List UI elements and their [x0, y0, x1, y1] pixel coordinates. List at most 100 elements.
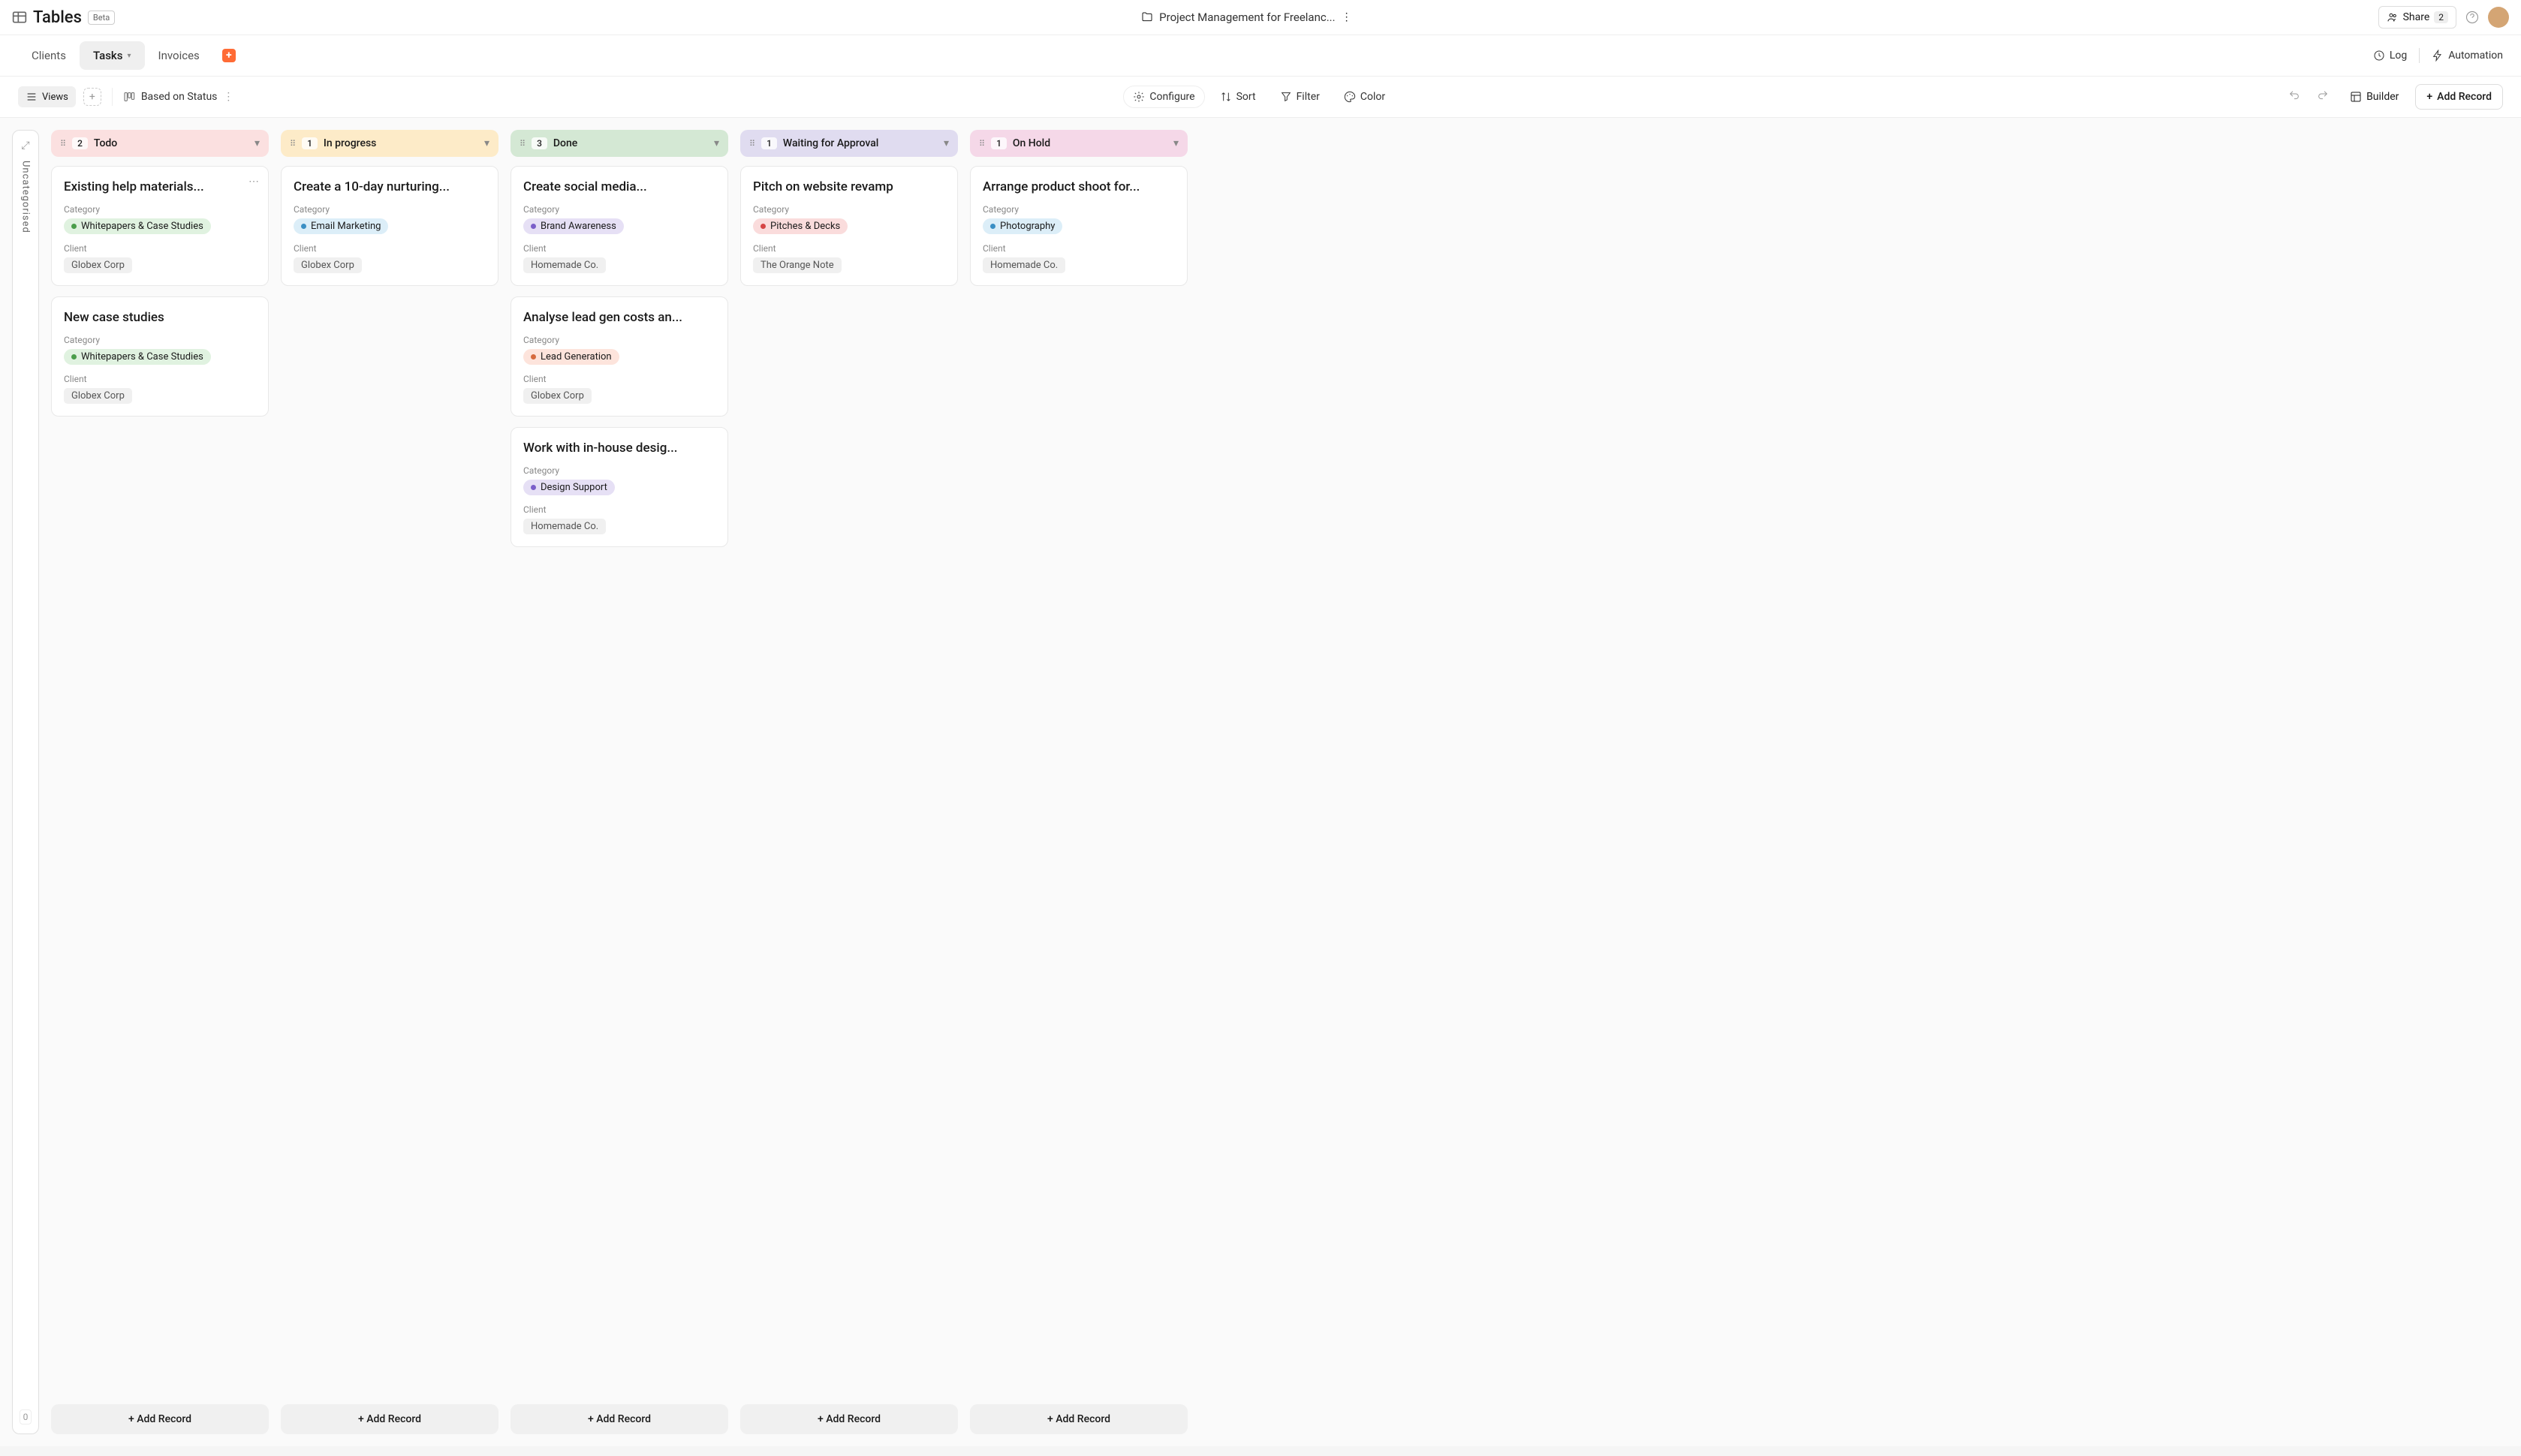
filter-button[interactable]: Filter — [1271, 86, 1329, 108]
views-button[interactable]: Views — [18, 86, 76, 107]
card-title: Work with in-house desig... — [523, 440, 715, 456]
client-pill: The Orange Note — [753, 257, 842, 273]
column-count: 1 — [761, 137, 777, 149]
category-value: Design Support — [541, 482, 607, 493]
column-title: Waiting for Approval — [783, 137, 938, 149]
view-selector[interactable]: Based on Status ⋮ — [123, 91, 234, 103]
based-on-label: Based on Status — [141, 91, 218, 103]
help-icon[interactable] — [2465, 11, 2479, 24]
clock-icon — [2373, 50, 2385, 62]
add-record-col-label: Add Record — [137, 1413, 191, 1425]
app-header: Tables Beta Project Management for Freel… — [0, 0, 2521, 35]
tab-clients[interactable]: Clients — [18, 41, 80, 70]
redo-button[interactable] — [2312, 85, 2333, 109]
chevron-down-icon: ▾ — [127, 52, 131, 60]
task-card[interactable]: Analyse lead gen costs an...CategoryLead… — [511, 296, 728, 417]
add-record-column-button[interactable]: + Add Record — [51, 1404, 269, 1434]
sort-button[interactable]: Sort — [1211, 86, 1265, 108]
task-card[interactable]: Work with in-house desig... Category Desig… — [511, 427, 728, 547]
drag-handle-icon[interactable]: ⠿ — [749, 139, 755, 149]
category-pill: Brand Awareness — [523, 218, 624, 234]
project-more-icon[interactable]: ⋮ — [1342, 11, 1352, 23]
add-record-column-button[interactable]: + Add Record — [511, 1404, 728, 1434]
layout-icon — [2350, 91, 2362, 103]
category-pill: Whitepapers & Case Studies — [64, 218, 211, 234]
expand-icon[interactable]: ⤢ — [21, 140, 29, 152]
automation-button[interactable]: Automation — [2432, 50, 2503, 62]
share-button[interactable]: Share 2 — [2378, 6, 2456, 29]
category-label: Category — [523, 204, 715, 215]
category-dot-icon — [531, 354, 536, 359]
kanban-icon — [123, 91, 135, 103]
task-card[interactable]: Create a 10-day nurturing...CategoryEmai… — [281, 166, 498, 286]
add-view-button[interactable]: + — [83, 88, 101, 106]
collapse-icon[interactable]: ▾ — [714, 137, 719, 149]
column-on-hold: ⠿1On Hold▾ Arrange product shoot for...Ca… — [970, 130, 1188, 1434]
client-pill: Homemade Co. — [523, 519, 606, 534]
task-card[interactable]: Create social media... Category Brand Awar… — [511, 166, 728, 286]
add-record-button[interactable]: + Add Record — [2415, 84, 2503, 110]
drag-handle-icon[interactable]: ⠿ — [979, 139, 985, 149]
builder-button[interactable]: Builder — [2341, 86, 2408, 107]
drag-handle-icon[interactable]: ⠿ — [290, 139, 296, 149]
collapse-icon[interactable]: ▾ — [255, 137, 260, 149]
category-label: Category — [523, 465, 715, 476]
card-more-icon[interactable]: ⋯ — [248, 176, 259, 188]
add-record-column-button[interactable]: + Add Record — [281, 1404, 498, 1434]
column-title: Todo — [94, 137, 248, 149]
client-label: Client — [523, 504, 715, 515]
gear-icon — [1133, 91, 1145, 103]
task-card[interactable]: New case studiesCategoryWhitepapers & Ca… — [51, 296, 269, 417]
drag-handle-icon[interactable]: ⠿ — [520, 139, 526, 149]
category-value: Whitepapers & Case Studies — [81, 221, 203, 232]
card-title: Existing help materials... — [64, 179, 256, 195]
tab-tasks[interactable]: Tasks ▾ — [80, 41, 145, 70]
column-header[interactable]: ⠿1In progress▾ — [281, 130, 498, 157]
collapse-icon[interactable]: ▾ — [484, 137, 489, 149]
category-value: Photography — [1000, 221, 1055, 232]
category-dot-icon — [71, 354, 77, 359]
more-icon[interactable]: ⋮ — [223, 91, 233, 103]
plus-icon: + — [2426, 91, 2432, 103]
column-header[interactable]: ⠿1On Hold▾ — [970, 130, 1188, 157]
column-header[interactable]: ⠿2Todo▾ — [51, 130, 269, 157]
add-record-column-button[interactable]: + Add Record — [970, 1404, 1188, 1434]
category-pill: Pitches & Decks — [753, 218, 848, 234]
category-dot-icon — [531, 485, 536, 490]
column-title: Done — [553, 137, 708, 149]
drag-handle-icon[interactable]: ⠿ — [60, 139, 66, 149]
column-count: 1 — [302, 137, 318, 149]
project-name[interactable]: Project Management for Freelanc... — [1159, 11, 1335, 24]
undo-button[interactable] — [2284, 85, 2305, 109]
plus-icon: + — [1047, 1413, 1056, 1425]
user-avatar[interactable] — [2488, 7, 2509, 28]
column-header[interactable]: ⠿ 1 Waiting for Approval ▾ — [740, 130, 958, 157]
collapse-icon[interactable]: ▾ — [944, 137, 949, 149]
client-pill: Globex Corp — [64, 257, 132, 273]
add-record-column-button[interactable]: + Add Record — [740, 1404, 958, 1434]
column-header[interactable]: ⠿3Done▾ — [511, 130, 728, 157]
task-card[interactable]: ⋯Existing help materials...CategoryWhite… — [51, 166, 269, 286]
app-title: Tables — [33, 8, 82, 27]
collapse-icon[interactable]: ▾ — [1173, 137, 1179, 149]
add-record-col-label: Add Record — [596, 1413, 651, 1425]
client-label: Client — [523, 374, 715, 384]
task-card[interactable]: Pitch on website revampCategoryPitches &… — [740, 166, 958, 286]
beta-badge: Beta — [88, 11, 115, 25]
client-pill: Globex Corp — [64, 388, 132, 404]
configure-button[interactable]: Configure — [1123, 86, 1204, 108]
views-label: Views — [42, 92, 68, 103]
card-title: Create social media... — [523, 179, 715, 195]
color-button[interactable]: Color — [1335, 86, 1394, 108]
card-title: Analyse lead gen costs an... — [523, 309, 715, 326]
task-card[interactable]: Arrange product shoot for...CategoryPhot… — [970, 166, 1188, 286]
redo-icon — [2317, 89, 2329, 101]
client-pill: Homemade Co. — [523, 257, 606, 273]
log-button[interactable]: Log — [2373, 50, 2407, 62]
tab-invoices[interactable]: Invoices — [145, 41, 213, 70]
column-todo: ⠿2Todo▾⋯Existing help materials...Catego… — [51, 130, 269, 1434]
add-tab-button[interactable]: + — [222, 49, 236, 62]
plus-icon: + — [588, 1413, 596, 1425]
category-pill: Email Marketing — [294, 218, 388, 234]
tables-logo-icon — [12, 10, 27, 25]
